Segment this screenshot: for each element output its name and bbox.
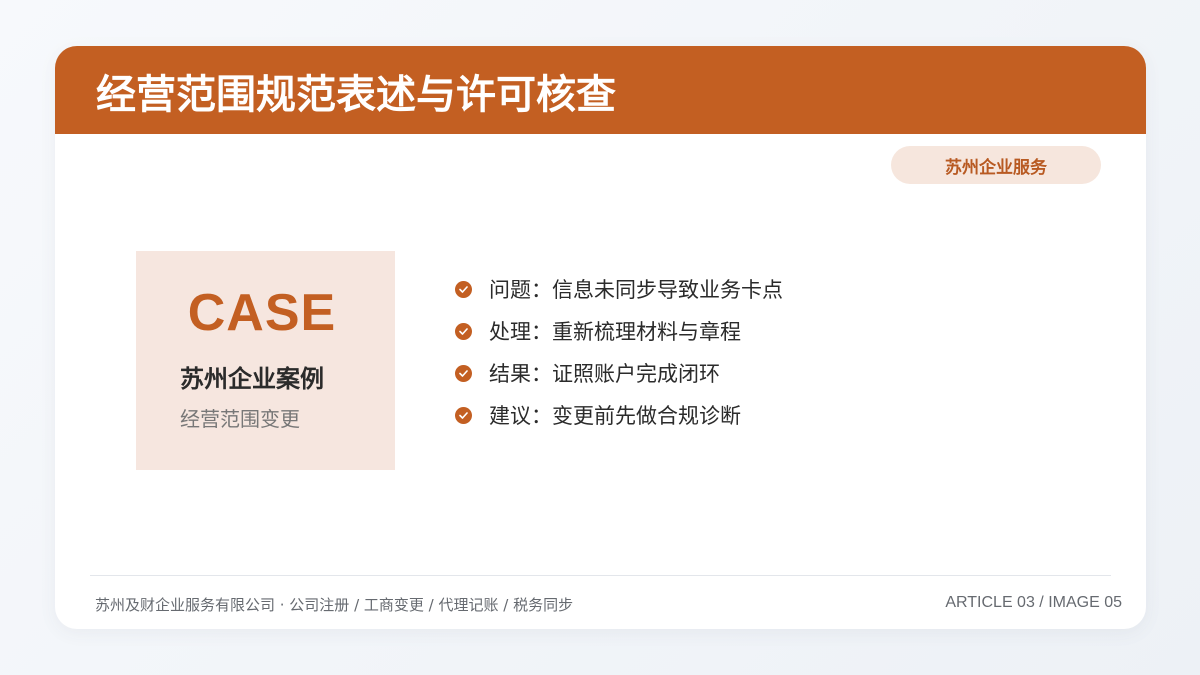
bullet-text: 结果：证照账户完成闭环 (489, 362, 720, 386)
slide-card: 经营范围规范表述与许可核查 苏州企业服务 CASE 苏州企业案例 经营范围变更 … (55, 46, 1146, 629)
bullet-text: 建议：变更前先做合规诊断 (489, 404, 741, 428)
check-circle-icon (455, 406, 472, 424)
case-subtitle: 经营范围变更 (180, 407, 300, 431)
check-circle-icon (455, 280, 472, 298)
case-word: CASE (187, 284, 337, 342)
bullet-text: 问题：信息未同步导致业务卡点 (489, 278, 783, 302)
list-item: 处理：重新梳理材料与章程 (455, 310, 783, 352)
page-title: 经营范围规范表述与许可核查 (96, 72, 616, 118)
footer-page-ref: ARTICLE 03 / IMAGE 05 (945, 594, 1122, 611)
header-bar: 经营范围规范表述与许可核查 (55, 46, 1146, 134)
bullet-list: 问题：信息未同步导致业务卡点 处理：重新梳理材料与章程 结果：证照账户完成闭环 … (455, 268, 783, 436)
check-circle-icon (455, 322, 472, 340)
case-title: 苏州企业案例 (180, 365, 324, 393)
list-item: 结果：证照账户完成闭环 (455, 352, 783, 394)
footer-divider (90, 575, 1111, 576)
footer-company: 苏州及财企业服务有限公司 · 公司注册 / 工商变更 / 代理记账 / 税务同步 (95, 596, 574, 614)
list-item: 问题：信息未同步导致业务卡点 (455, 268, 783, 310)
company-badge: 苏州企业服务 (891, 146, 1101, 184)
bullet-text: 处理：重新梳理材料与章程 (489, 320, 741, 344)
list-item: 建议：变更前先做合规诊断 (455, 394, 783, 436)
case-panel: CASE 苏州企业案例 经营范围变更 (136, 251, 395, 470)
check-circle-icon (455, 364, 472, 382)
